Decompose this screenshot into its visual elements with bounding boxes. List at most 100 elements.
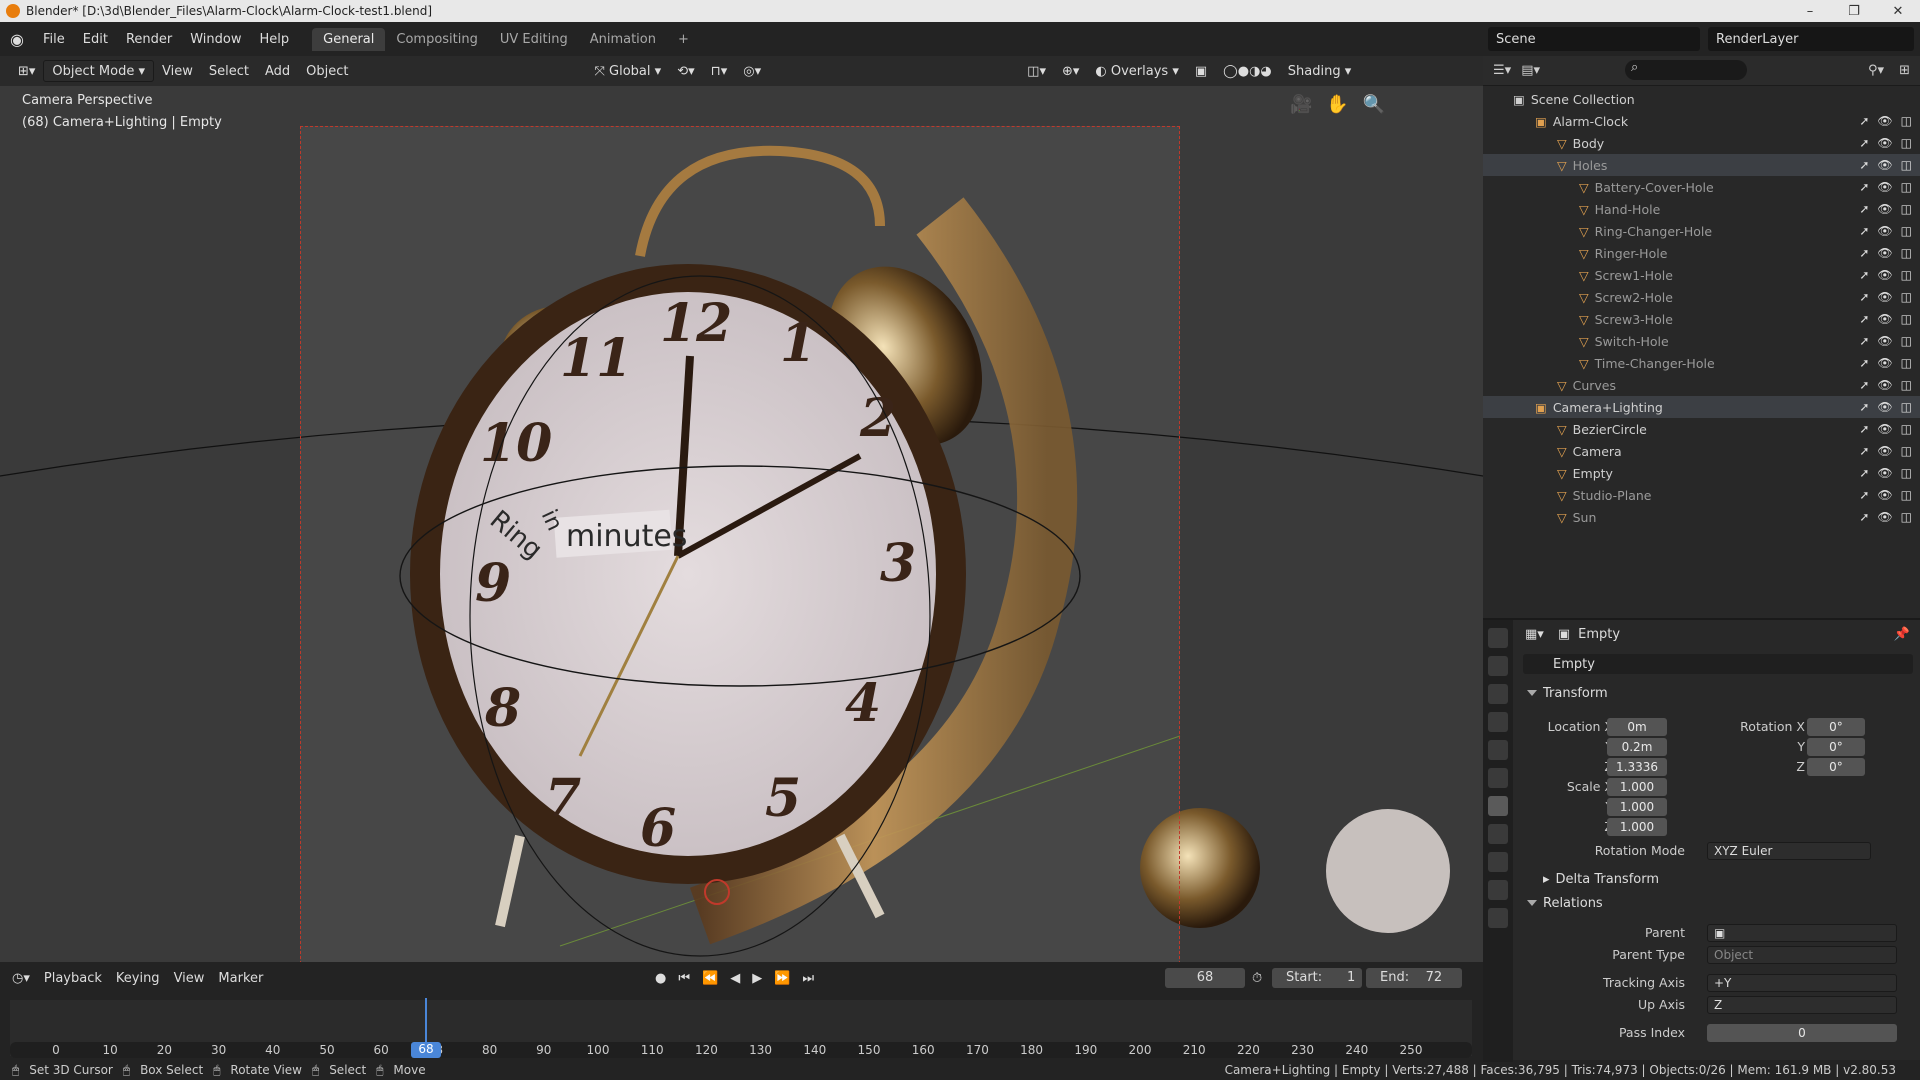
close-icon[interactable]: ✕ xyxy=(1876,0,1920,22)
eye-icon[interactable]: 👁 xyxy=(1877,158,1892,172)
outliner-row[interactable]: ▽ Holes ➚ 👁 ◫ xyxy=(1483,154,1920,176)
blender-menu-icon[interactable]: ◉ xyxy=(6,28,28,50)
select-arrow-icon[interactable]: ➚ xyxy=(1859,400,1869,414)
camera-render-icon[interactable]: ◫ xyxy=(1901,422,1912,436)
outliner-row[interactable]: ▽ Screw1-Hole ➚ 👁 ◫ xyxy=(1483,264,1920,286)
scene-tab-icon[interactable] xyxy=(1488,740,1508,760)
rotation-z-field[interactable]: 0° xyxy=(1807,758,1865,776)
select-arrow-icon[interactable]: ➚ xyxy=(1859,136,1869,150)
proportional-edit-icon[interactable]: ◎▾ xyxy=(735,60,769,82)
delta-transform-header[interactable]: ▸ Delta Transform xyxy=(1513,868,1920,890)
select-arrow-icon[interactable]: ➚ xyxy=(1859,444,1869,458)
camera-view-icon[interactable]: 🎥 xyxy=(1290,94,1312,115)
playback-menu[interactable]: Playback xyxy=(44,971,102,986)
timeline-editor-icon[interactable]: ◷▾ xyxy=(12,971,30,986)
constraints-tab-icon[interactable] xyxy=(1488,880,1508,900)
jump-end-icon[interactable]: ⏭ xyxy=(802,971,814,986)
select-arrow-icon[interactable]: ➚ xyxy=(1859,312,1869,326)
camera-render-icon[interactable]: ◫ xyxy=(1901,400,1912,414)
display-mode-icon[interactable]: ▤▾ xyxy=(1521,63,1540,78)
object-tab-icon[interactable] xyxy=(1488,796,1508,816)
eye-icon[interactable]: 👁 xyxy=(1877,246,1892,260)
render-layer-selector[interactable]: RenderLayer xyxy=(1708,27,1914,51)
view-layer-tab-icon[interactable] xyxy=(1488,712,1508,732)
menu-edit[interactable]: Edit xyxy=(74,32,117,47)
rotation-y-field[interactable]: 0° xyxy=(1807,738,1865,756)
transform-panel-header[interactable]: Transform xyxy=(1513,682,1920,704)
menu-window[interactable]: Window xyxy=(181,32,250,47)
parent-type-dropdown[interactable]: Object xyxy=(1707,946,1897,964)
tab-animation[interactable]: Animation xyxy=(579,28,667,51)
scale-z-field[interactable]: 1.000 xyxy=(1607,818,1667,836)
camera-render-icon[interactable]: ◫ xyxy=(1901,158,1912,172)
select-arrow-icon[interactable]: ➚ xyxy=(1859,290,1869,304)
outliner-row-scene-collection[interactable]: ▣ Scene Collection xyxy=(1483,88,1920,110)
tracking-axis-dropdown[interactable]: +Y xyxy=(1707,974,1897,992)
location-z-field[interactable]: 1.3336 xyxy=(1607,758,1667,776)
3d-viewport[interactable]: 12 1 2 3 4 5 6 7 8 9 10 11 minutes Ring … xyxy=(0,56,1483,970)
rotation-mode-dropdown[interactable]: XYZ Euler xyxy=(1707,842,1871,860)
outliner-row[interactable]: ▽ Ringer-Hole ➚ 👁 ◫ xyxy=(1483,242,1920,264)
eye-icon[interactable]: 👁 xyxy=(1877,202,1892,216)
outliner-row[interactable]: ▽ Empty ➚ 👁 ◫ xyxy=(1483,462,1920,484)
camera-render-icon[interactable]: ◫ xyxy=(1901,114,1912,128)
object-mode-dropdown[interactable]: Object Mode ▾ xyxy=(43,60,154,82)
scene-selector[interactable]: Scene xyxy=(1488,27,1700,51)
outliner-row[interactable]: ▽ Switch-Hole ➚ 👁 ◫ xyxy=(1483,330,1920,352)
scale-y-field[interactable]: 1.000 xyxy=(1607,798,1667,816)
outliner-row[interactable]: ▽ Ring-Changer-Hole ➚ 👁 ◫ xyxy=(1483,220,1920,242)
new-collection-icon[interactable]: ⊞ xyxy=(1899,63,1910,78)
select-arrow-icon[interactable]: ➚ xyxy=(1859,466,1869,480)
outliner-row[interactable]: ▽ Screw3-Hole ➚ 👁 ◫ xyxy=(1483,308,1920,330)
outliner-row[interactable]: ▽ Battery-Cover-Hole ➚ 👁 ◫ xyxy=(1483,176,1920,198)
end-frame-field[interactable]: End: 72 xyxy=(1366,968,1462,988)
shading-modes-icon[interactable]: ◯●◑◕ xyxy=(1215,60,1280,82)
outliner-search-input[interactable]: ⌕ xyxy=(1625,60,1747,80)
camera-render-icon[interactable]: ◫ xyxy=(1901,224,1912,238)
zoom-icon[interactable]: 🔍 xyxy=(1363,94,1385,115)
tab-uv-editing[interactable]: UV Editing xyxy=(489,28,579,51)
outliner-row[interactable]: ▽ Hand-Hole ➚ 👁 ◫ xyxy=(1483,198,1920,220)
menu-file[interactable]: File xyxy=(34,32,74,47)
select-arrow-icon[interactable]: ➚ xyxy=(1859,268,1869,282)
menu-render[interactable]: Render xyxy=(117,32,181,47)
outliner-row[interactable]: ▽ Time-Changer-Hole ➚ 👁 ◫ xyxy=(1483,352,1920,374)
modifiers-tab-icon[interactable] xyxy=(1488,824,1508,844)
select-arrow-icon[interactable]: ➚ xyxy=(1859,510,1869,524)
select-arrow-icon[interactable]: ➚ xyxy=(1859,334,1869,348)
next-keyframe-icon[interactable]: ⏩ xyxy=(774,971,790,986)
camera-render-icon[interactable]: ◫ xyxy=(1901,444,1912,458)
select-menu[interactable]: Select xyxy=(201,60,257,82)
pan-hand-icon[interactable]: ✋ xyxy=(1326,94,1348,115)
play-reverse-icon[interactable]: ◀ xyxy=(730,971,740,986)
eye-icon[interactable]: 👁 xyxy=(1877,136,1892,150)
eye-icon[interactable]: 👁 xyxy=(1877,466,1892,480)
camera-render-icon[interactable]: ◫ xyxy=(1901,466,1912,480)
pivot-icon[interactable]: ⟲▾ xyxy=(669,60,702,82)
eye-icon[interactable]: 👁 xyxy=(1877,356,1892,370)
keying-menu[interactable]: Keying xyxy=(116,971,160,986)
camera-render-icon[interactable]: ◫ xyxy=(1901,378,1912,392)
xray-icon[interactable]: ▣ xyxy=(1187,60,1215,82)
eye-icon[interactable]: 👁 xyxy=(1877,114,1892,128)
outliner-row[interactable]: ▽ Studio-Plane ➚ 👁 ◫ xyxy=(1483,484,1920,506)
maximize-icon[interactable]: ❐ xyxy=(1832,0,1876,22)
camera-render-icon[interactable]: ◫ xyxy=(1901,356,1912,370)
select-arrow-icon[interactable]: ➚ xyxy=(1859,202,1869,216)
eye-icon[interactable]: 👁 xyxy=(1877,510,1892,524)
add-workspace-button[interactable]: + xyxy=(667,28,700,51)
eye-icon[interactable]: 👁 xyxy=(1877,312,1892,326)
transform-orientation-dropdown[interactable]: ⤧ Global ▾ xyxy=(586,60,669,82)
eye-icon[interactable]: 👁 xyxy=(1877,400,1892,414)
outliner-row[interactable]: ▽ Body ➚ 👁 ◫ xyxy=(1483,132,1920,154)
select-arrow-icon[interactable]: ➚ xyxy=(1859,246,1869,260)
camera-render-icon[interactable]: ◫ xyxy=(1901,202,1912,216)
select-arrow-icon[interactable]: ➚ xyxy=(1859,158,1869,172)
select-arrow-icon[interactable]: ➚ xyxy=(1859,378,1869,392)
shading-dropdown[interactable]: Shading ▾ xyxy=(1280,60,1359,82)
eye-icon[interactable]: 👁 xyxy=(1877,224,1892,238)
parent-field[interactable]: ▣ xyxy=(1707,924,1897,942)
rotation-x-field[interactable]: 0° xyxy=(1807,718,1865,736)
camera-render-icon[interactable]: ◫ xyxy=(1901,246,1912,260)
jump-start-icon[interactable]: ⏮ xyxy=(678,971,690,986)
